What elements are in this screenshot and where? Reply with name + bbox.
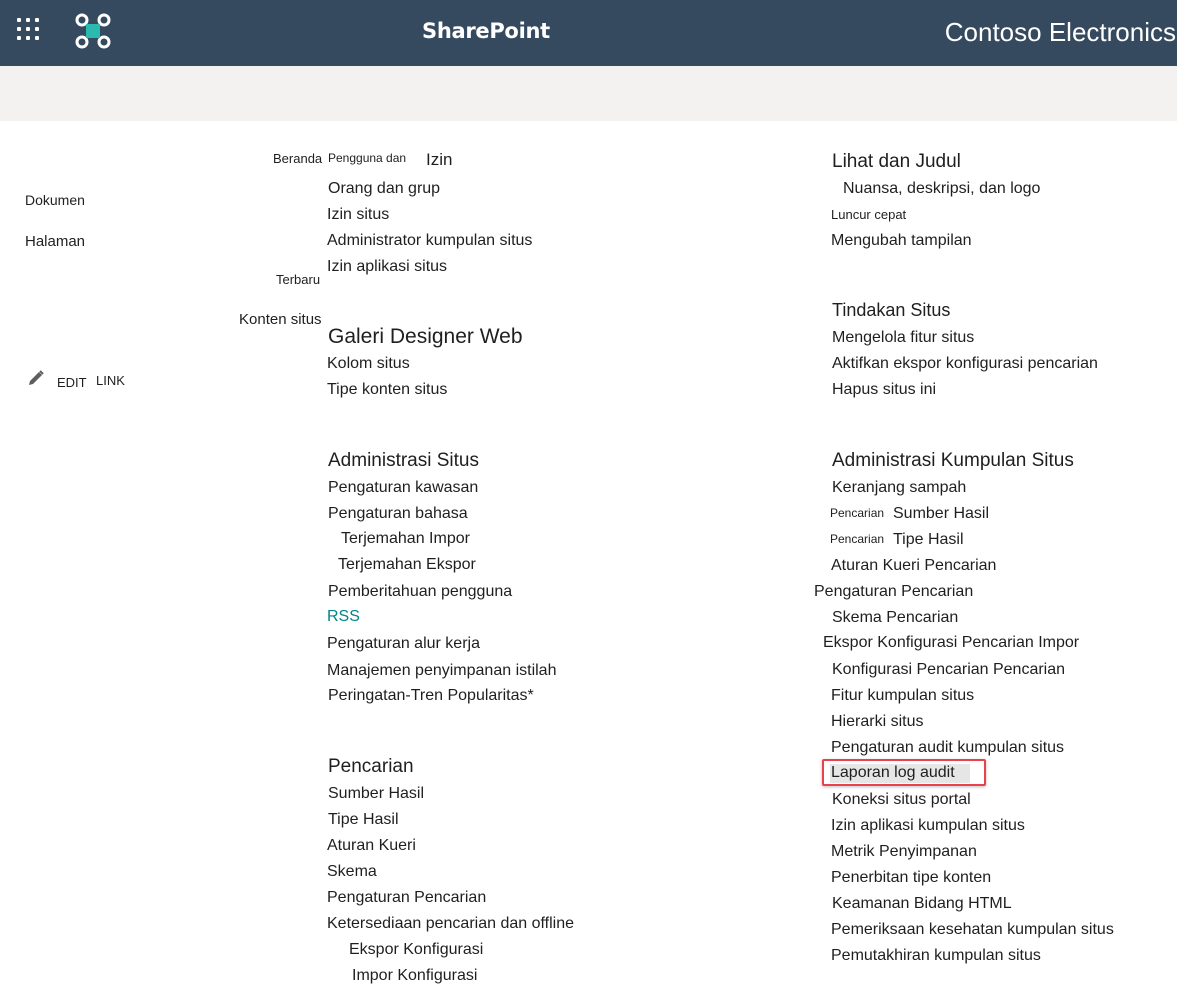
link-site-collection-admins[interactable]: Administrator kumpulan situs [327, 232, 532, 250]
heading-web-designer-galleries: Galeri Designer Web [328, 325, 523, 348]
nav-site-contents[interactable]: Konten situs [239, 311, 322, 328]
search-prefix-label: Pencarian [830, 506, 885, 520]
link-content-type-publishing[interactable]: Penerbitan tipe konten [831, 869, 991, 887]
link-search-offline-availability[interactable]: Ketersediaan pencarian dan offline [327, 915, 574, 933]
breadcrumb-users: Pengguna dan [328, 151, 407, 165]
link-sc-query-rules[interactable]: Aturan Kueri Pencarian [831, 557, 996, 575]
edit-links-link[interactable]: LINK [96, 373, 125, 388]
link-schema[interactable]: Skema [327, 863, 377, 881]
app-title[interactable]: SharePoint [422, 19, 550, 43]
link-query-rules[interactable]: Aturan Kueri [327, 837, 416, 855]
link-title-description-logo[interactable]: Nuansa, deskripsi, dan logo [843, 180, 1040, 198]
link-delete-this-site[interactable]: Hapus situs ini [832, 381, 936, 399]
pencil-icon[interactable] [27, 369, 45, 387]
edit-links-edit[interactable]: EDIT [57, 375, 87, 390]
link-result-sources[interactable]: Sumber Hasil [328, 785, 424, 803]
nav-pages[interactable]: Halaman [25, 233, 85, 250]
link-export-configuration[interactable]: Ekspor Konfigurasi [349, 941, 483, 959]
search-prefix-label: Pencarian [830, 532, 885, 546]
link-sc-export-import-config[interactable]: Ekspor Konfigurasi Pencarian Impor [823, 634, 1079, 652]
link-html-field-security[interactable]: Keamanan Bidang HTML [832, 895, 1012, 913]
link-health-checks[interactable]: Pemeriksaan kesehatan kumpulan situs [831, 921, 1114, 939]
link-result-types[interactable]: Tipe Hasil [328, 811, 399, 829]
suite-bar: SharePoint Contoso Electronics [0, 0, 1177, 66]
link-portal-site-connection[interactable]: Koneksi situs portal [832, 791, 971, 809]
link-export-translations[interactable]: Terjemahan Ekspor [338, 556, 476, 574]
link-site-hierarchy[interactable]: Hierarki situs [831, 713, 923, 731]
nav-documents[interactable]: Dokumen [25, 192, 85, 208]
link-workflow-settings[interactable]: Pengaturan alur kerja [327, 635, 480, 653]
link-sc-result-types[interactable]: Tipe Hasil [893, 531, 964, 549]
link-import-translations[interactable]: Terjemahan Impor [341, 530, 470, 548]
link-language-settings[interactable]: Pengaturan bahasa [328, 505, 468, 523]
link-manage-site-features[interactable]: Mengelola fitur situs [832, 329, 974, 347]
heading-site-actions: Tindakan Situs [832, 300, 951, 320]
link-sc-search-settings[interactable]: Pengaturan Pencarian [814, 583, 973, 601]
app-launcher-icon[interactable] [17, 18, 43, 44]
link-quick-launch[interactable]: Luncur cepat [831, 207, 906, 222]
link-people-groups[interactable]: Orang dan grup [328, 180, 440, 198]
link-sc-app-permissions[interactable]: Izin aplikasi kumpulan situs [831, 817, 1025, 835]
heading-site-collection-admin: Administrasi Kumpulan Situs [832, 450, 1074, 471]
link-sc-search-schema[interactable]: Skema Pencarian [832, 609, 958, 627]
link-regional-settings[interactable]: Pengaturan kawasan [328, 479, 478, 497]
link-site-columns[interactable]: Kolom situs [327, 355, 410, 373]
link-audit-log-reports[interactable]: Laporan log audit [831, 764, 955, 782]
link-search-settings[interactable]: Pengaturan Pencarian [327, 889, 486, 907]
heading-search: Pencarian [328, 756, 414, 777]
link-popularity-trends[interactable]: Peringatan-Tren Popularitas* [328, 687, 534, 705]
heading-look-and-feel: Lihat dan Judul [832, 151, 961, 172]
link-import-configuration[interactable]: Impor Konfigurasi [352, 967, 477, 985]
link-storage-metrics[interactable]: Metrik Penyimpanan [831, 843, 977, 861]
link-site-app-permissions[interactable]: Izin aplikasi situs [327, 258, 447, 276]
link-sc-search-configuration[interactable]: Konfigurasi Pencarian Pencarian [832, 661, 1065, 679]
link-audit-settings[interactable]: Pengaturan audit kumpulan situs [831, 739, 1064, 757]
breadcrumb-home[interactable]: Beranda [273, 151, 322, 166]
heading-site-administration: Administrasi Situs [328, 450, 479, 471]
link-enable-search-config-export[interactable]: Aktifkan ekspor konfigurasi pencarian [832, 355, 1098, 373]
link-site-permissions[interactable]: Izin situs [327, 206, 389, 224]
link-change-the-look[interactable]: Mengubah tampilan [831, 232, 972, 250]
link-rss[interactable]: RSS [327, 608, 360, 626]
heading-users-permissions: Izin [426, 150, 453, 169]
nav-recent[interactable]: Terbaru [276, 272, 320, 287]
tenant-name: Contoso Electronics [944, 17, 1176, 47]
link-recycle-bin[interactable]: Keranjang sampah [832, 479, 966, 497]
link-site-collection-features[interactable]: Fitur kumpulan situs [831, 687, 974, 705]
link-site-content-types[interactable]: Tipe konten situs [327, 381, 447, 399]
command-band [0, 66, 1177, 121]
link-term-store-management[interactable]: Manajemen penyimpanan istilah [327, 662, 556, 680]
sharepoint-logo-icon[interactable] [75, 13, 111, 49]
link-site-collection-upgrade[interactable]: Pemutakhiran kumpulan situs [831, 947, 1041, 965]
link-sc-result-sources[interactable]: Sumber Hasil [893, 505, 989, 523]
link-user-alerts[interactable]: Pemberitahuan pengguna [328, 583, 512, 601]
